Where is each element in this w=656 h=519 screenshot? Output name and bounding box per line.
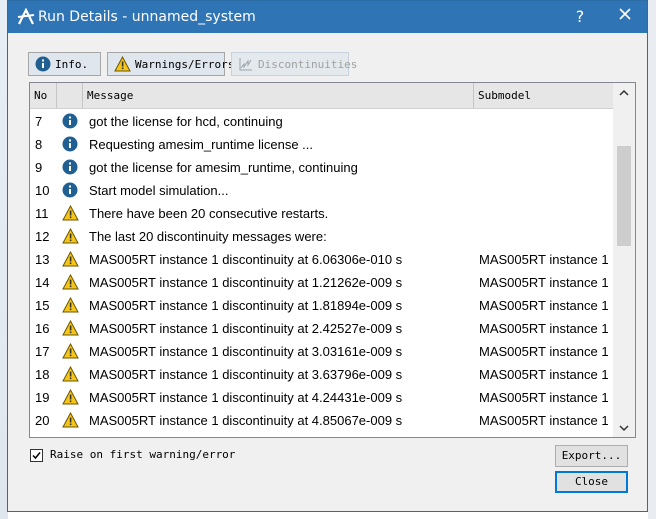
row-number: 20 [35, 413, 50, 428]
close-button[interactable]: Close [555, 471, 628, 493]
row-number: 16 [35, 321, 50, 336]
row-message: MAS005RT instance 1 discontinuity at 1.8… [89, 298, 403, 313]
chevron-down-icon [619, 419, 629, 437]
row-number: 8 [35, 137, 43, 152]
row-submodel: MAS005RT instance 1 [479, 413, 609, 428]
table-row[interactable]: 11 There have been 20 consecutive restart… [30, 202, 613, 225]
warning-icon [62, 296, 80, 315]
warnings-errors-filter-button[interactable]: Warnings/Errors [107, 52, 234, 76]
row-message: Start model simulation... [89, 183, 229, 198]
table-row[interactable]: 10 Start model simulation... [30, 179, 613, 202]
background-window-edge-right [648, 0, 656, 519]
row-number: 7 [35, 114, 43, 129]
table-row[interactable]: 18 MAS005RT instance 1 discontinuity at 3… [30, 363, 613, 386]
row-submodel: MAS005RT instance 1 [479, 321, 609, 336]
info-icon [35, 56, 51, 72]
info-filter-button[interactable]: Info. [28, 52, 101, 76]
scroll-thumb[interactable] [617, 146, 631, 246]
table-header: No Message Submodel [30, 83, 613, 109]
table-row[interactable]: 9 got the license for amesim_runtime, con… [30, 156, 613, 179]
warning-icon [62, 273, 80, 292]
warning-icon [62, 388, 80, 407]
row-number: 9 [35, 160, 43, 175]
row-number: 15 [35, 298, 50, 313]
info-icon [62, 182, 80, 200]
help-button[interactable]: ? [569, 6, 591, 28]
warning-icon [62, 227, 80, 246]
scroll-up-button[interactable] [613, 83, 635, 101]
info-filter-label: Info. [55, 57, 89, 71]
warning-icon [62, 365, 80, 384]
run-details-dialog: Run Details - unnamed_system ? Info. War… [7, 0, 648, 512]
column-header-no[interactable]: No [30, 83, 57, 108]
title-bar[interactable]: Run Details - unnamed_system ? [8, 1, 647, 33]
discontinuity-chart-icon [238, 56, 254, 72]
export-button[interactable]: Export... [555, 445, 628, 467]
row-message: MAS005RT instance 1 discontinuity at 4.2… [89, 390, 403, 405]
amesim-logo-icon [17, 7, 35, 26]
table-row[interactable]: 20 MAS005RT instance 1 discontinuity at 4… [30, 409, 613, 432]
row-number: 17 [35, 344, 50, 359]
row-number: 18 [35, 367, 50, 382]
warning-icon [62, 319, 80, 338]
row-message: MAS005RT instance 1 discontinuity at 4.8… [89, 413, 403, 428]
row-message: MAS005RT instance 1 discontinuity at 3.0… [89, 344, 403, 359]
row-submodel: MAS005RT instance 1 [479, 344, 609, 359]
table-row[interactable]: 15 MAS005RT instance 1 discontinuity at 1… [30, 294, 613, 317]
table-row[interactable]: 12 The last 20 discontinuity messages wer… [30, 225, 613, 248]
warning-icon [62, 342, 80, 361]
info-icon [62, 159, 80, 177]
warning-icon [62, 250, 80, 269]
window-title: Run Details - unnamed_system [38, 9, 256, 25]
close-icon [618, 8, 632, 25]
table-row[interactable]: 8 Requesting amesim_runtime license ... [30, 133, 613, 156]
scroll-down-button[interactable] [613, 419, 635, 437]
row-number: 19 [35, 390, 50, 405]
row-number: 14 [35, 275, 50, 290]
discontinuities-filter-label: Discontinuities [258, 57, 358, 71]
row-message: Requesting amesim_runtime license ... [89, 137, 313, 152]
warnings-errors-filter-label: Warnings/Errors [135, 57, 235, 71]
row-submodel: MAS005RT instance 1 [479, 252, 609, 267]
messages-table: No Message Submodel 7 got the license for… [29, 82, 636, 438]
row-submodel: MAS005RT instance 1 [479, 367, 609, 382]
row-message: got the license for amesim_runtime, cont… [89, 160, 358, 175]
info-icon [62, 136, 80, 154]
row-message: MAS005RT instance 1 discontinuity at 6.0… [89, 252, 403, 267]
table-row[interactable]: 17 MAS005RT instance 1 discontinuity at 3… [30, 340, 613, 363]
row-message: got the license for hcd, continuing [89, 114, 283, 129]
warning-icon [114, 56, 131, 72]
row-submodel: MAS005RT instance 1 [479, 390, 609, 405]
column-header-submodel[interactable]: Submodel [474, 83, 613, 108]
vertical-scrollbar[interactable] [613, 83, 635, 437]
row-number: 12 [35, 229, 50, 244]
close-window-button[interactable] [614, 6, 636, 28]
row-message: The last 20 discontinuity messages were: [89, 229, 327, 244]
row-number: 13 [35, 252, 50, 267]
raise-on-first-warning-checkbox[interactable] [30, 449, 43, 462]
discontinuities-filter-button[interactable]: Discontinuities [231, 52, 357, 76]
row-number: 10 [35, 183, 50, 198]
column-header-message[interactable]: Message [83, 83, 474, 108]
row-message: MAS005RT instance 1 discontinuity at 3.6… [89, 367, 403, 382]
row-message: MAS005RT instance 1 discontinuity at 2.4… [89, 321, 403, 336]
row-message: MAS005RT instance 1 discontinuity at 1.2… [89, 275, 403, 290]
warning-icon [62, 204, 80, 223]
row-submodel: MAS005RT instance 1 [479, 275, 609, 290]
chevron-up-icon [619, 83, 629, 101]
table-row[interactable]: 19 MAS005RT instance 1 discontinuity at 4… [30, 386, 613, 409]
info-icon [62, 113, 80, 131]
row-number: 11 [35, 206, 49, 221]
table-row[interactable]: 7 got the license for hcd, continuing [30, 110, 613, 133]
row-submodel: MAS005RT instance 1 [479, 298, 609, 313]
row-message: There have been 20 consecutive restarts. [89, 206, 329, 221]
table-row[interactable]: 13 MAS005RT instance 1 discontinuity at 6… [30, 248, 613, 271]
raise-on-first-warning-label[interactable]: Raise on first warning/error [50, 448, 235, 461]
warning-icon [62, 411, 80, 430]
table-row[interactable]: 14 MAS005RT instance 1 discontinuity at 1… [30, 271, 613, 294]
column-header-type[interactable] [57, 83, 83, 108]
table-row[interactable]: 16 MAS005RT instance 1 discontinuity at 2… [30, 317, 613, 340]
